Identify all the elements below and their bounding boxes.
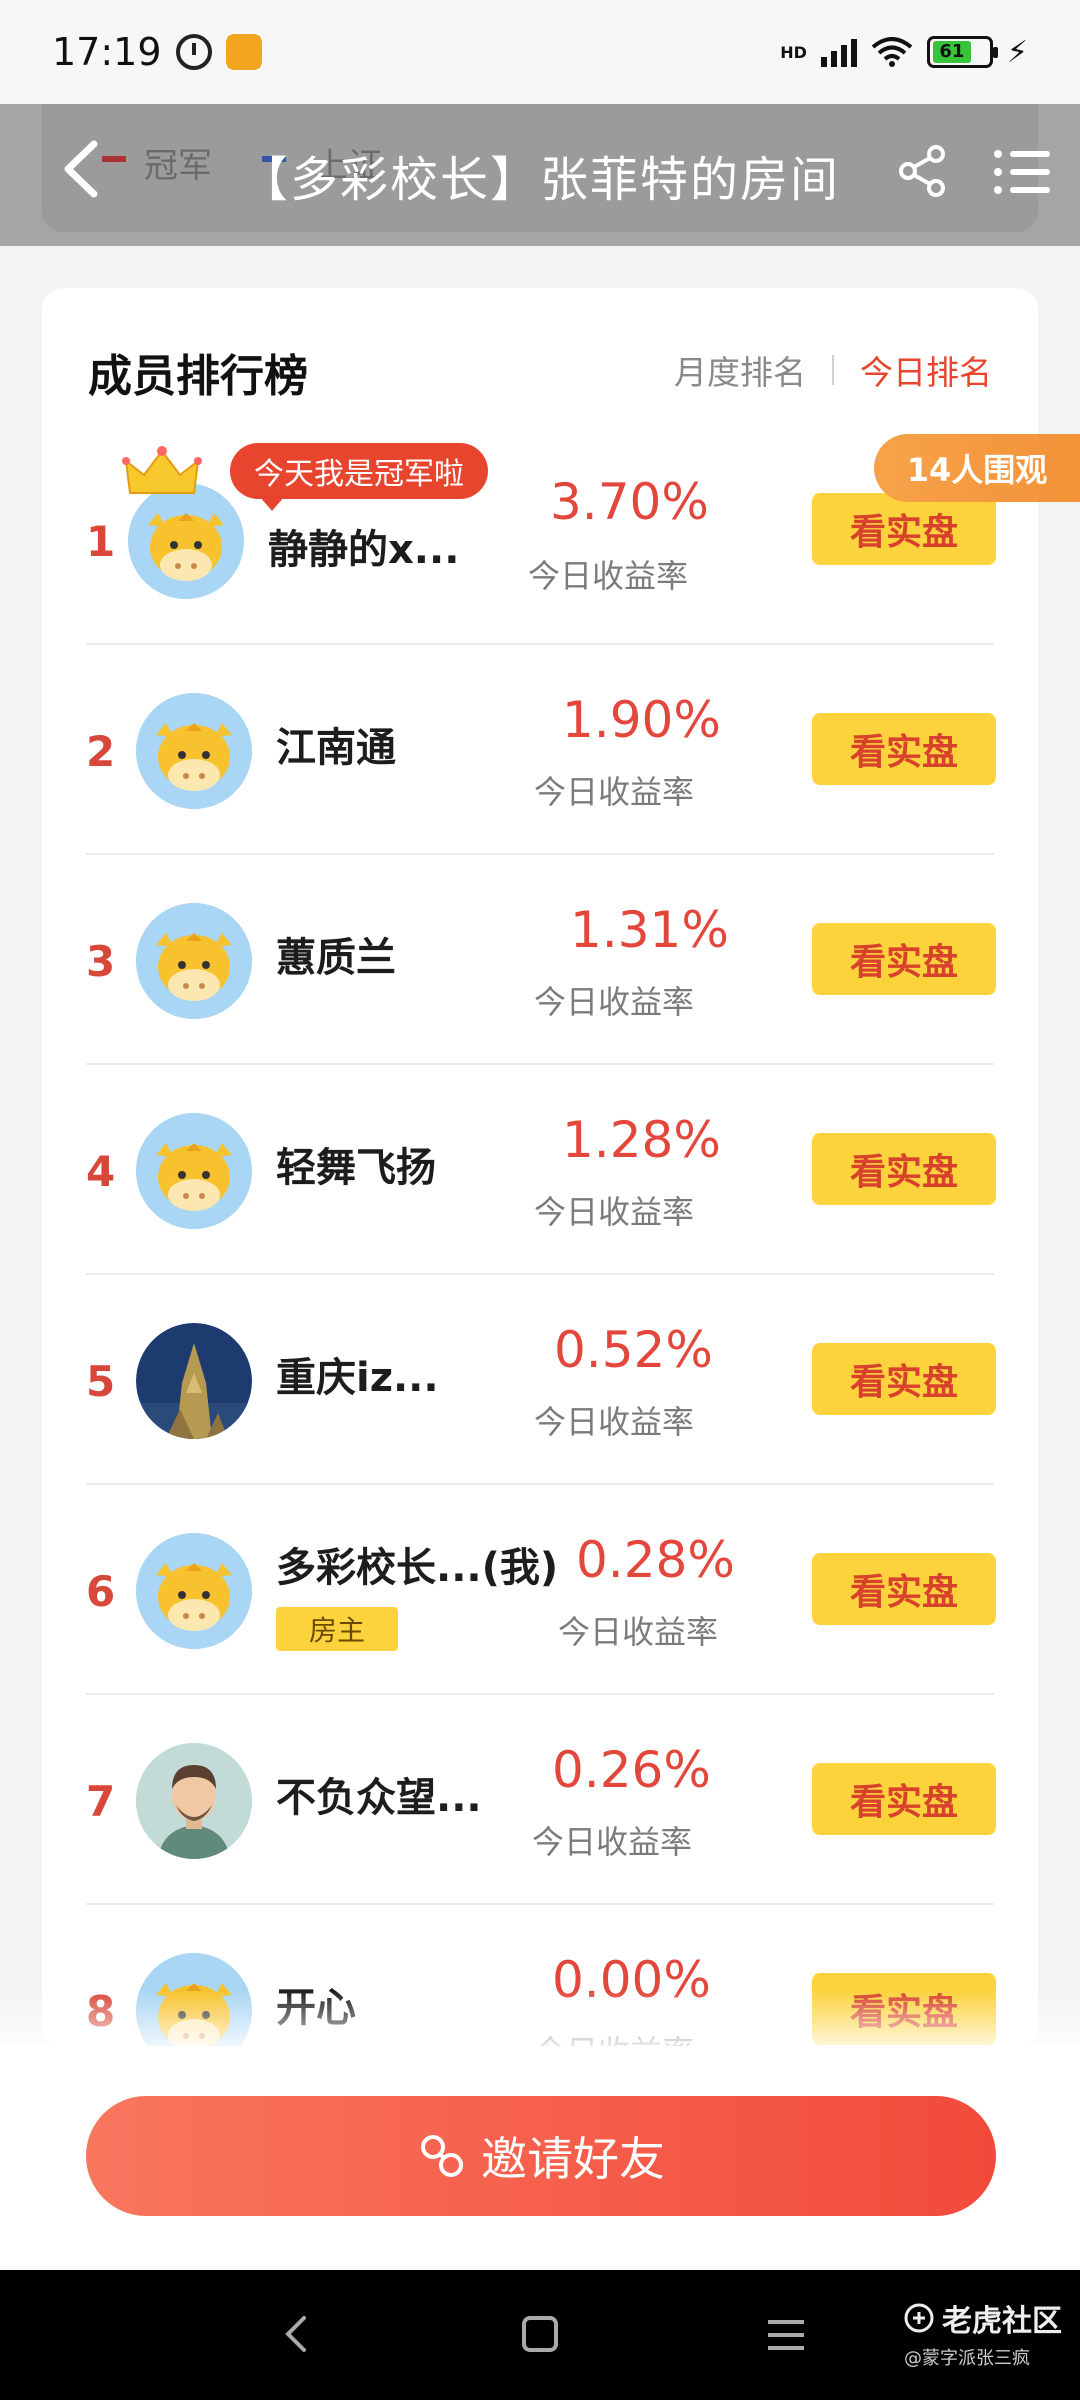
rank-number: 7 [86,1777,116,1826]
tab-monthly-ranking[interactable]: 月度排名 [674,346,806,394]
ranking-card: 成员排行榜 月度排名 今日排名 1 今天我是冠军啦 静静的x... 3.70% … [42,288,1038,2048]
network-type: HD [780,42,807,62]
view-portfolio-button[interactable]: 看实盘 [812,713,996,785]
member-rate: 0.26% [552,1741,711,1799]
member-rate: 0.52% [554,1321,713,1379]
nav-recents-icon[interactable] [766,2316,806,2354]
member-rate: 0.28% [576,1531,735,1589]
member-row-2[interactable]: 2 江南通 1.90% 今日收益率 看实盘 [42,645,1038,855]
view-portfolio-button[interactable]: 看实盘 [812,1133,996,1205]
card-title: 成员排行榜 [88,351,308,402]
host-badge: 房主 [276,1607,398,1651]
invite-friends-button[interactable]: 邀请好友 [86,2096,996,2216]
member-rate: 1.28% [562,1111,721,1169]
rank-number: 1 [86,517,116,566]
member-name: 重庆iz... [276,1355,439,1401]
member-row-5[interactable]: 5 重庆iz... 0.52% 今日收益率 看实盘 [42,1275,1038,1485]
tab-divider [832,355,834,385]
person-avatar-icon [136,1743,252,1859]
rank-number: 2 [86,727,116,776]
rank-number: 5 [86,1357,116,1406]
member-name: 多彩校长...(我) [276,1545,559,1591]
watermark: 老虎社区 [904,2296,1062,2340]
cow-avatar-icon [136,1113,252,1229]
member-name: 不负众望... [276,1775,482,1821]
member-list: 1 今天我是冠军啦 静静的x... 3.70% 今日收益率 看实盘 2 江南通 … [42,435,1038,2048]
alarm-icon [175,34,212,70]
photo-avatar-icon [136,1323,252,1439]
status-bar: 17:19 HD 61 ⚡ [0,0,1080,104]
member-row-7[interactable]: 7 不负众望... 0.26% 今日收益率 看实盘 [42,1695,1038,1905]
rate-label: 今日收益率 [558,1613,719,1651]
member-name: 轻舞飞扬 [276,1145,436,1191]
cow-avatar-icon [136,693,252,809]
rate-label: 今日收益率 [532,1823,693,1861]
crown-icon [122,446,202,494]
invite-link-icon [421,2135,463,2177]
member-rate: 3.70% [550,473,709,531]
rate-label: 今日收益率 [534,773,695,811]
nav-back-icon[interactable] [278,2312,314,2356]
rate-label: 今日收益率 [534,983,695,1021]
signal-icon [820,37,857,67]
nav-home-icon[interactable] [522,2316,558,2352]
member-row-3[interactable]: 3 蕙质兰 1.31% 今日收益率 看实盘 [42,855,1038,1065]
rank-number: 4 [86,1147,116,1196]
cow-avatar-icon [136,1533,252,1649]
watermark-user: @蒙字派张三疯 [904,2348,1030,2369]
member-row-6[interactable]: 6 多彩校长...(我) 房主 0.28% 今日收益率 看实盘 [42,1485,1038,1695]
member-rate: 1.90% [562,691,721,749]
rate-label: 今日收益率 [534,1403,695,1441]
invite-button-label: 邀请好友 [481,2132,665,2186]
viewers-badge: 14人围观 [874,434,1080,502]
member-row-4[interactable]: 4 轻舞飞扬 1.28% 今日收益率 看实盘 [42,1065,1038,1275]
member-name: 静静的x... [268,527,460,573]
rank-number: 3 [86,937,116,986]
rate-label: 今日收益率 [528,557,689,595]
view-portfolio-button[interactable]: 看实盘 [812,1553,996,1625]
member-name: 蕙质兰 [276,935,396,981]
member-rate: 1.31% [570,901,729,959]
battery-icon: 61 [926,36,998,68]
tiger-logo-icon [904,2303,934,2333]
rank-number: 6 [86,1567,116,1616]
view-portfolio-button[interactable]: 看实盘 [812,923,996,995]
view-portfolio-button[interactable]: 看实盘 [812,1343,996,1415]
member-name: 江南通 [276,725,396,771]
share-icon[interactable] [896,144,950,198]
wifi-icon [871,37,913,67]
cow-avatar-icon [136,903,252,1019]
app-notification-icon [225,34,262,70]
view-portfolio-button[interactable]: 看实盘 [812,1763,996,1835]
charging-icon: ⚡ [1006,34,1028,70]
champion-bubble: 今天我是冠军啦 [230,443,488,511]
tab-daily-ranking[interactable]: 今日排名 [860,346,992,394]
watermark-brand: 老虎社区 [942,2304,1062,2339]
ranking-tabs: 月度排名 今日排名 [674,346,992,394]
status-time: 17:19 [52,30,162,74]
rate-label: 今日收益率 [534,1193,695,1231]
view-portfolio-button[interactable]: 看实盘 [812,493,996,565]
menu-list-icon[interactable] [992,146,1052,198]
battery-level: 61 [932,41,971,63]
